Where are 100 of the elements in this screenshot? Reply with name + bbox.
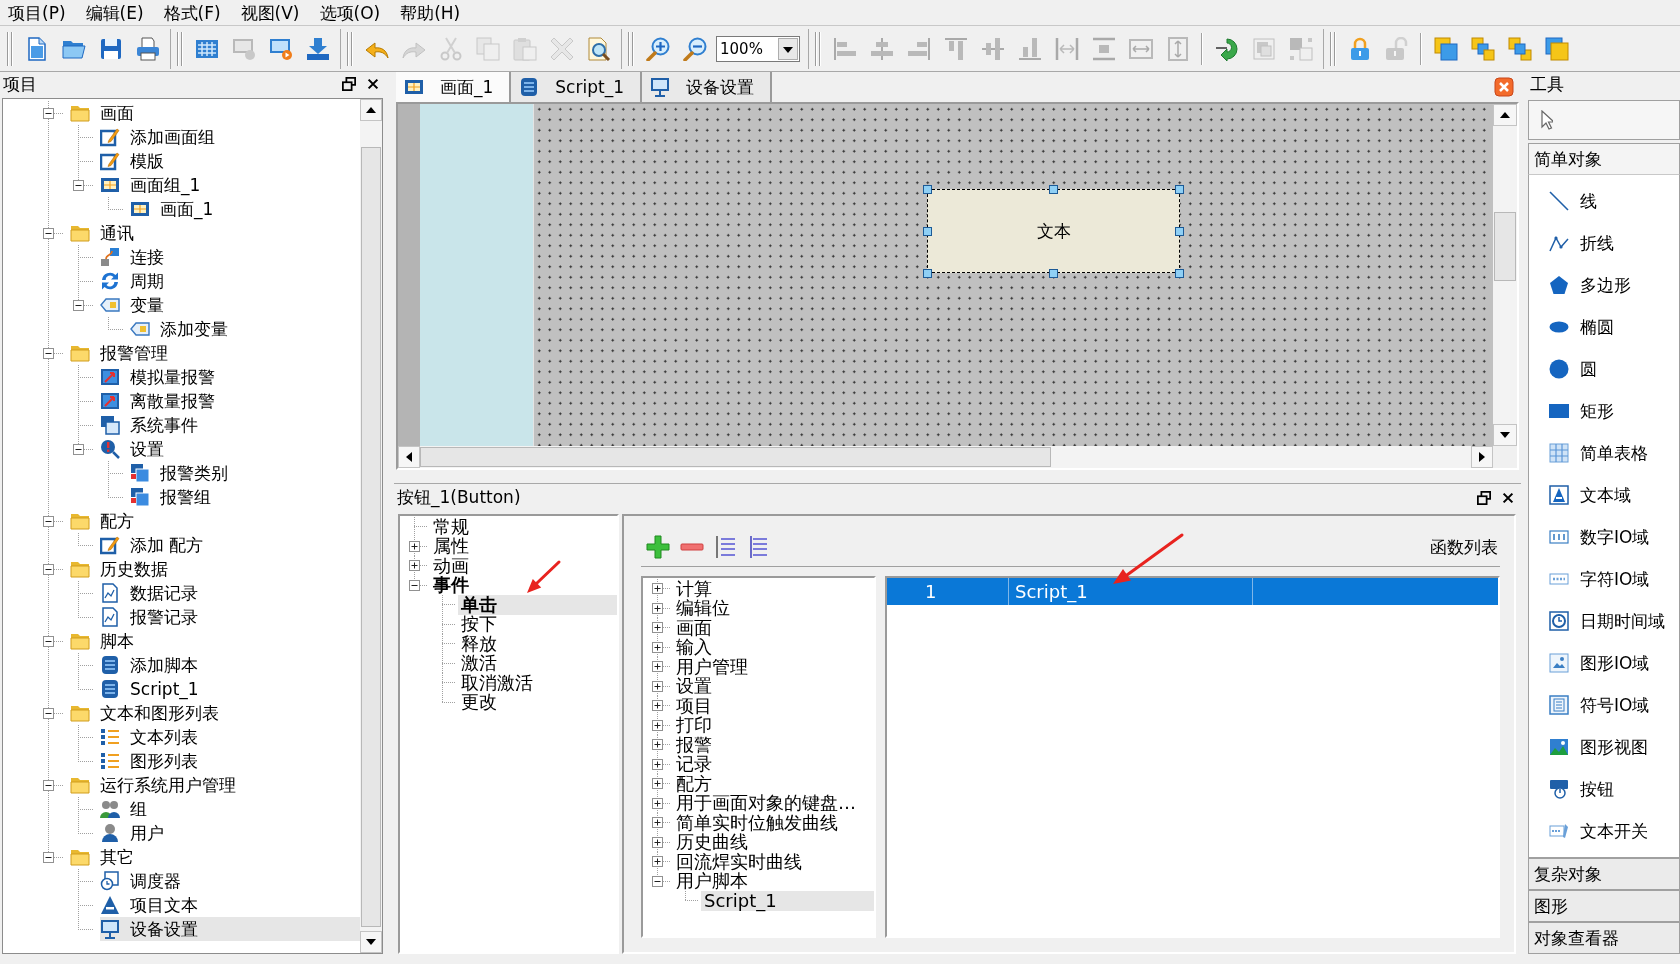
- editor-tab[interactable]: 设备设置: [641, 72, 772, 102]
- tool-item[interactable]: 简单表格: [1529, 432, 1679, 474]
- tree-item[interactable]: 简单实时位触发曲线: [673, 813, 841, 833]
- tree-item[interactable]: 调度器: [100, 869, 185, 893]
- tree-item[interactable]: 模版: [100, 149, 168, 173]
- tree-item[interactable]: 用户脚本: [673, 871, 751, 891]
- tree-item[interactable]: 记录: [673, 754, 715, 774]
- menu-item[interactable]: 帮助(H): [398, 1, 463, 24]
- tree-toggle[interactable]: [651, 875, 663, 887]
- restore-button[interactable]: [340, 75, 358, 93]
- tree-toggle[interactable]: [72, 443, 84, 455]
- tree-item[interactable]: 打印: [673, 715, 715, 735]
- menu-item[interactable]: 选项(O): [317, 1, 383, 24]
- tree-item[interactable]: 设置: [100, 437, 168, 461]
- tree-item[interactable]: 报警管理: [70, 341, 172, 365]
- tree-item[interactable]: 属性: [430, 536, 472, 556]
- tree-item[interactable]: 用户管理: [673, 657, 751, 677]
- tree-item[interactable]: 配方: [673, 774, 715, 794]
- tree-item[interactable]: 添加 配方: [100, 533, 208, 557]
- tree-item[interactable]: 组: [100, 797, 151, 821]
- tree-toggle[interactable]: [651, 797, 663, 809]
- tree-item[interactable]: 取消激活: [458, 673, 536, 693]
- tree-toggle[interactable]: [42, 779, 54, 791]
- tree-toggle[interactable]: [651, 758, 663, 770]
- tree-item[interactable]: 设备设置: [100, 917, 360, 941]
- resize-handle[interactable]: [1049, 269, 1058, 278]
- tree-item[interactable]: 文本列表: [100, 725, 202, 749]
- editor-tab[interactable]: 画面_1: [396, 72, 512, 102]
- tree-item[interactable]: 报警组: [130, 485, 215, 509]
- tree-item[interactable]: 输入: [673, 637, 715, 657]
- zoom-combobox[interactable]: 100%: [716, 35, 800, 62]
- tool-item[interactable]: 符号IO域: [1529, 684, 1679, 726]
- tree-toggle[interactable]: [72, 299, 84, 311]
- tree-item[interactable]: 报警记录: [100, 605, 202, 629]
- tree-item[interactable]: 项目: [673, 696, 715, 716]
- resize-handle[interactable]: [1175, 185, 1184, 194]
- tool-item[interactable]: 文本域: [1529, 474, 1679, 516]
- tool-item[interactable]: 日期时间域: [1529, 600, 1679, 642]
- tree-item[interactable]: 动画: [430, 556, 472, 576]
- tree-toggle[interactable]: [651, 680, 663, 692]
- tool-item[interactable]: 图形IO域: [1529, 642, 1679, 684]
- table-row[interactable]: 1 Script_1: [887, 578, 1498, 605]
- tools-section-header[interactable]: 对象查看器: [1528, 922, 1680, 954]
- tree-item[interactable]: 运行系统用户管理: [70, 773, 240, 797]
- scroll-up-button[interactable]: [360, 99, 382, 121]
- tree-item[interactable]: 回流焊实时曲线: [673, 852, 805, 872]
- tree-item[interactable]: 常规: [430, 517, 472, 537]
- tree-item[interactable]: 连接: [100, 245, 168, 269]
- menu-item[interactable]: 视图(V): [238, 1, 302, 24]
- resize-handle[interactable]: [923, 185, 932, 194]
- tree-toggle[interactable]: [651, 778, 663, 790]
- scrollbar-thumb[interactable]: [1494, 212, 1516, 281]
- tree-item[interactable]: 设置: [673, 676, 715, 696]
- tree-item[interactable]: 历史曲线: [673, 832, 751, 852]
- pointer-tool-button[interactable]: [1528, 100, 1680, 140]
- tool-item[interactable]: 圆: [1529, 348, 1679, 390]
- scroll-left-button[interactable]: [398, 446, 420, 468]
- resize-handle[interactable]: [1049, 185, 1058, 194]
- tool-item[interactable]: 按钮: [1529, 768, 1679, 810]
- tree-item[interactable]: 画面组_1: [100, 173, 205, 197]
- tree-toggle[interactable]: [651, 641, 663, 653]
- tree-toggle[interactable]: [651, 836, 663, 848]
- tree-toggle[interactable]: [42, 635, 54, 647]
- tree-item[interactable]: 添加脚本: [100, 653, 202, 677]
- add-button[interactable]: [645, 534, 671, 560]
- tree-item[interactable]: 计算: [673, 579, 715, 599]
- tool-item[interactable]: 线: [1529, 180, 1679, 222]
- tree-toggle[interactable]: [651, 856, 663, 868]
- restore-button[interactable]: [1475, 488, 1493, 507]
- tree-item[interactable]: 单击: [458, 595, 617, 615]
- tree-toggle[interactable]: [42, 707, 54, 719]
- tool-item[interactable]: 数字IO域: [1529, 516, 1679, 558]
- tree-item[interactable]: 用户: [100, 821, 168, 845]
- menu-item[interactable]: 格式(F): [161, 1, 223, 24]
- tree-item[interactable]: 激活: [458, 653, 500, 673]
- scroll-right-button[interactable]: [1471, 446, 1493, 468]
- tree-toggle[interactable]: [408, 540, 420, 552]
- tool-item[interactable]: 文本开关: [1529, 810, 1679, 852]
- tree-toggle[interactable]: [651, 817, 663, 829]
- tree-toggle[interactable]: [72, 179, 84, 191]
- tree-toggle[interactable]: [408, 560, 420, 572]
- tree-item[interactable]: 按下: [458, 614, 500, 634]
- tree-toggle[interactable]: [651, 700, 663, 712]
- tools-section-header[interactable]: 图形: [1528, 890, 1680, 922]
- tree-item[interactable]: 项目文本: [100, 893, 202, 917]
- tree-toggle[interactable]: [42, 227, 54, 239]
- tree-toggle[interactable]: [42, 563, 54, 575]
- editor-tab[interactable]: Script_1: [511, 72, 642, 102]
- tree-toggle[interactable]: [651, 622, 663, 634]
- tree-item[interactable]: 其它: [70, 845, 138, 869]
- tree-toggle[interactable]: [408, 579, 420, 591]
- tree-item[interactable]: Script_1: [100, 677, 203, 701]
- tool-item[interactable]: 图形视图: [1529, 726, 1679, 768]
- resize-handle[interactable]: [1175, 269, 1184, 278]
- tree-item[interactable]: 释放: [458, 634, 500, 654]
- tree-item[interactable]: Script_1: [701, 891, 874, 911]
- tree-item[interactable]: 离散量报警: [100, 389, 219, 413]
- tree-item[interactable]: 变量: [100, 293, 168, 317]
- tree-item[interactable]: 配方: [70, 509, 138, 533]
- tree-item[interactable]: 添加变量: [130, 317, 232, 341]
